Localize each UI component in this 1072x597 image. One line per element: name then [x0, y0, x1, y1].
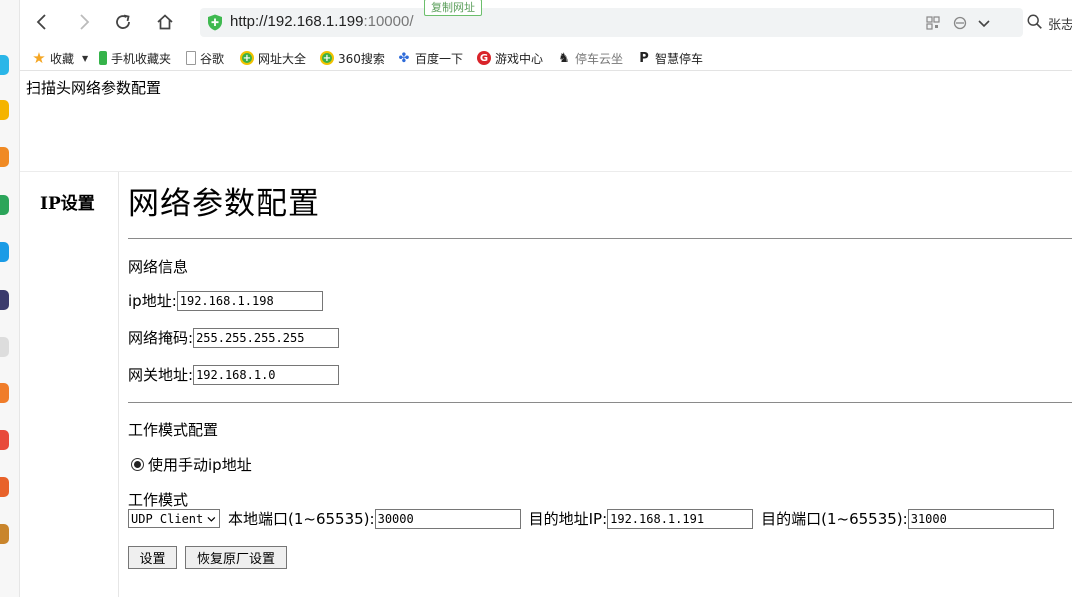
work-mode-label: 工作模式 [128, 491, 189, 509]
settings-sidebar: IP设置 [20, 172, 119, 597]
chevron-down-icon[interactable] [976, 15, 992, 31]
home-icon [157, 14, 173, 30]
bookmarks-bar: ★ 收藏 ▼ 手机收藏夹 谷歌 + 网址大全 + 360搜索 ✤ 百度一下 G … [20, 44, 1072, 71]
forward-button[interactable] [72, 10, 96, 34]
mask-row: 网络掩码: 255.255.255.255 [128, 327, 340, 348]
search-label: 张志 [1048, 18, 1072, 33]
mask-label: 网络掩码: [128, 329, 194, 347]
bookmark-baidu[interactable]: ✤ 百度一下 [397, 49, 463, 67]
360-icon: + [240, 51, 254, 65]
ie-compat-icon[interactable] [952, 15, 968, 31]
section-divider [128, 402, 1072, 403]
search-box[interactable]: 张志 [1020, 8, 1072, 37]
bookmark-smart-parking[interactable]: P 智慧停车 [637, 49, 703, 67]
subnet-mask-input[interactable]: 255.255.255.255 [193, 327, 340, 348]
url-host: http://192.168.1.199 [230, 13, 364, 30]
section-divider [128, 238, 1072, 239]
game-icon: G [477, 51, 491, 65]
bookmark-label: 收藏 [50, 51, 75, 66]
manual-ip-radio-label: 使用手动ip地址 [148, 456, 252, 474]
bookmark-label: 游戏中心 [495, 51, 544, 66]
url-text[interactable]: http://192.168.1.199:10000/ [230, 13, 414, 30]
app-icon[interactable] [0, 524, 9, 544]
work-mode-section-title: 工作模式配置 [128, 421, 219, 439]
set-button[interactable]: 设置 [128, 546, 177, 569]
main-content: 网络参数配置 网络信息 ip地址: 192.168.1.198 网络掩码: 25… [128, 172, 1072, 597]
sidebar-item-ip-settings[interactable]: IP设置 [40, 189, 95, 214]
bookmark-label: 360搜索 [338, 51, 385, 66]
bookmark-360-search[interactable]: + 360搜索 [320, 49, 385, 67]
bookmark-favorites[interactable]: ★ 收藏 ▼ [32, 49, 88, 67]
app-icon[interactable] [0, 55, 9, 75]
bookmark-game-center[interactable]: G 游戏中心 [477, 49, 543, 67]
gateway-input[interactable]: 192.168.1.0 [193, 364, 340, 385]
bookmark-label: 谷歌 [200, 51, 225, 66]
manual-ip-radio[interactable] [131, 458, 144, 471]
horse-icon: ♞ [558, 50, 570, 66]
home-button[interactable] [153, 10, 177, 34]
app-icon[interactable] [0, 430, 9, 450]
qr-code-icon[interactable] [925, 15, 941, 31]
address-bar[interactable]: 复制网址 http://192.168.1.199:10000/ [200, 0, 1023, 37]
bookmark-parking-cloud[interactable]: ♞ 停车云坐 [557, 49, 623, 67]
page-title: 网络参数配置 [128, 186, 320, 222]
network-section-title: 网络信息 [128, 258, 189, 276]
app-icon[interactable] [0, 147, 9, 167]
manual-ip-radio-row[interactable]: 使用手动ip地址 [128, 454, 252, 475]
gateway-row: 网关地址: 192.168.1.0 [128, 364, 340, 385]
app-sidebar [0, 0, 20, 597]
work-mode-row: UDP Client 本地端口(1~65535): 30000 目的地址IP: … [128, 508, 1054, 529]
app-icon[interactable] [0, 290, 9, 310]
dest-port-input[interactable]: 31000 [907, 508, 1054, 529]
app-icon[interactable] [0, 100, 9, 120]
bookmark-label: 手机收藏夹 [111, 51, 172, 66]
parking-icon: P [639, 50, 649, 66]
page-icon [186, 51, 196, 65]
search-icon [1027, 14, 1042, 29]
chevron-down-icon [207, 516, 216, 522]
bookmark-google[interactable]: 谷歌 [186, 49, 224, 67]
back-button[interactable] [30, 10, 54, 34]
reload-button[interactable] [111, 10, 135, 34]
chevron-right-icon [80, 14, 90, 30]
bookmark-url-directory[interactable]: + 网址大全 [240, 49, 306, 67]
app-icon[interactable] [0, 195, 9, 215]
dest-port-label: 目的端口(1~65535): [761, 510, 908, 528]
caret-down-icon: ▼ [82, 53, 89, 63]
bookmark-mobile-favorites[interactable]: 手机收藏夹 [99, 49, 171, 67]
baidu-paw-icon: ✤ [398, 50, 410, 66]
dest-ip-input[interactable]: 192.168.1.191 [607, 508, 754, 529]
local-port-label: 本地端口(1~65535): [228, 510, 375, 528]
url-port: :10000/ [363, 13, 414, 30]
local-port-input[interactable]: 30000 [374, 508, 521, 529]
copy-url-tag[interactable]: 复制网址 [424, 0, 482, 16]
chevron-left-icon [36, 14, 46, 30]
ip-label: ip地址: [128, 292, 177, 310]
ip-address-input[interactable]: 192.168.1.198 [176, 290, 323, 311]
radio-checked-dot [134, 461, 141, 468]
phone-icon [99, 51, 107, 65]
bookmark-label: 网址大全 [258, 51, 307, 66]
bookmark-label: 智慧停车 [655, 51, 704, 66]
factory-reset-button[interactable]: 恢复原厂设置 [185, 546, 287, 569]
work-mode-select[interactable]: UDP Client [128, 509, 220, 528]
app-icon[interactable] [0, 337, 9, 357]
app-icon[interactable] [0, 242, 9, 262]
bookmark-label: 停车云坐 [575, 51, 624, 66]
dest-ip-label: 目的地址IP: [528, 510, 608, 528]
reload-icon [116, 14, 130, 29]
app-icon[interactable] [0, 477, 9, 497]
page-header: 扫描头网络参数配置 [26, 79, 162, 97]
bookmark-label: 百度一下 [415, 51, 464, 66]
gateway-label: 网关地址: [128, 366, 194, 384]
star-icon: ★ [32, 49, 46, 67]
work-mode-selected: UDP Client [131, 511, 204, 526]
shield-icon [208, 14, 222, 31]
app-icon[interactable] [0, 383, 9, 403]
browser-toolbar: 复制网址 http://192.168.1.199:10000/ 张志 [20, 0, 1072, 44]
ip-row: ip地址: 192.168.1.198 [128, 290, 323, 311]
360-icon: + [320, 51, 334, 65]
